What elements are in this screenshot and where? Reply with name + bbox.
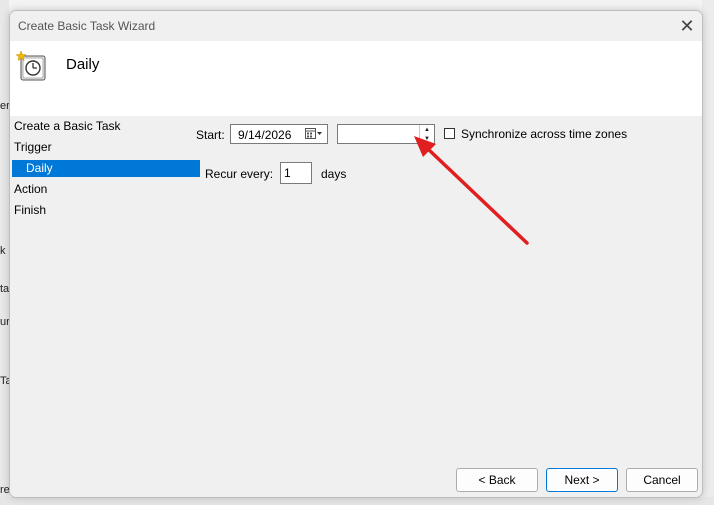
annotation-arrow (414, 136, 529, 245)
annotation-arrow-shaft (426, 147, 529, 245)
